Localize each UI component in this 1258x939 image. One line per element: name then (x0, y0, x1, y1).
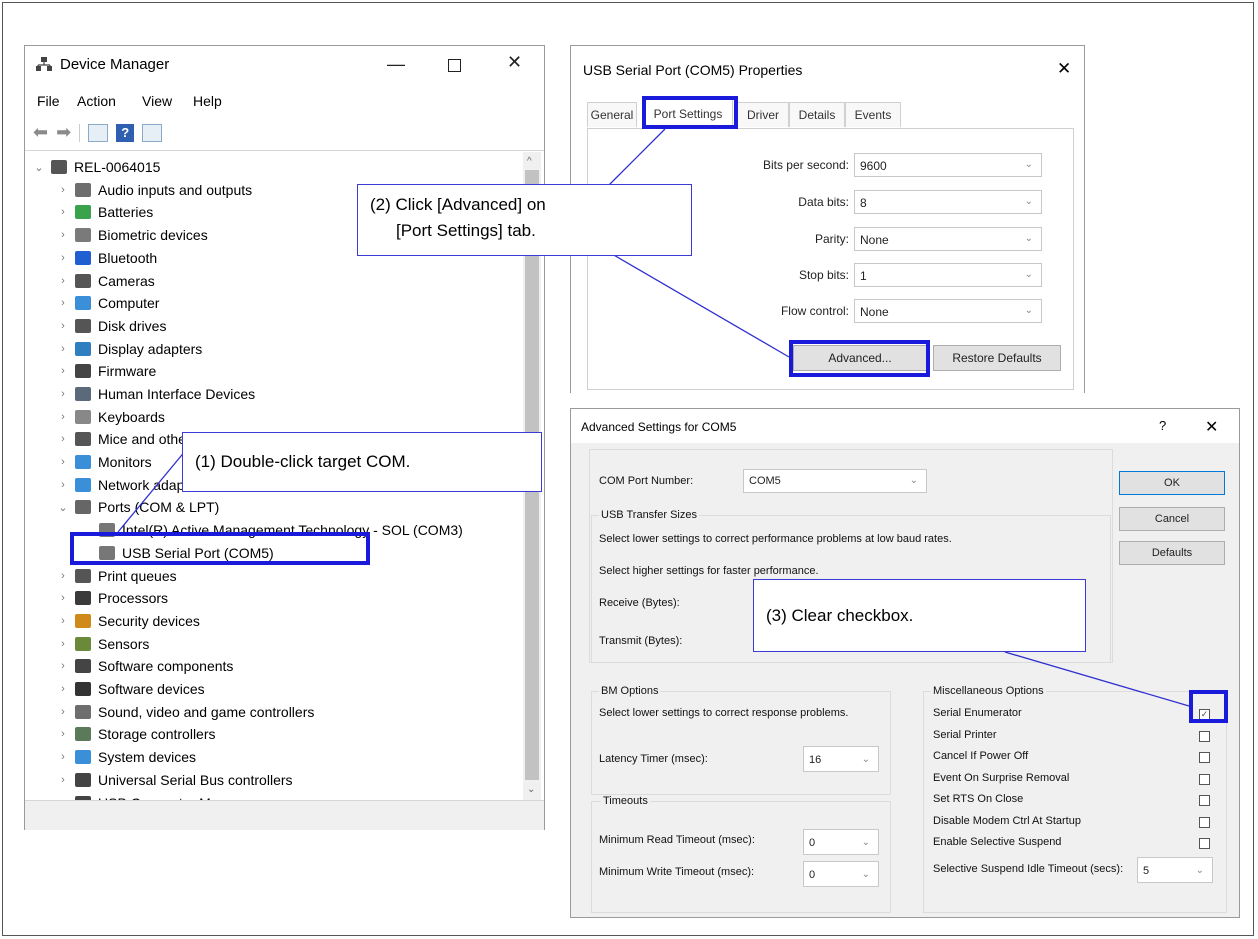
callout-step-3-text: (3) Clear checkbox. (766, 606, 914, 625)
callout-step-1-text: (1) Double-click target COM. (195, 452, 411, 471)
callout-step-2-line-2: [Port Settings] tab. (396, 221, 536, 240)
callout-step-3: (3) Clear checkbox. (753, 579, 1086, 652)
callout-step-1: (1) Double-click target COM. (182, 432, 542, 492)
callout-step-2: (2) Click [Advanced] on [Port Settings] … (357, 184, 692, 256)
callout-step-2-line-1: (2) Click [Advanced] on (370, 195, 546, 214)
